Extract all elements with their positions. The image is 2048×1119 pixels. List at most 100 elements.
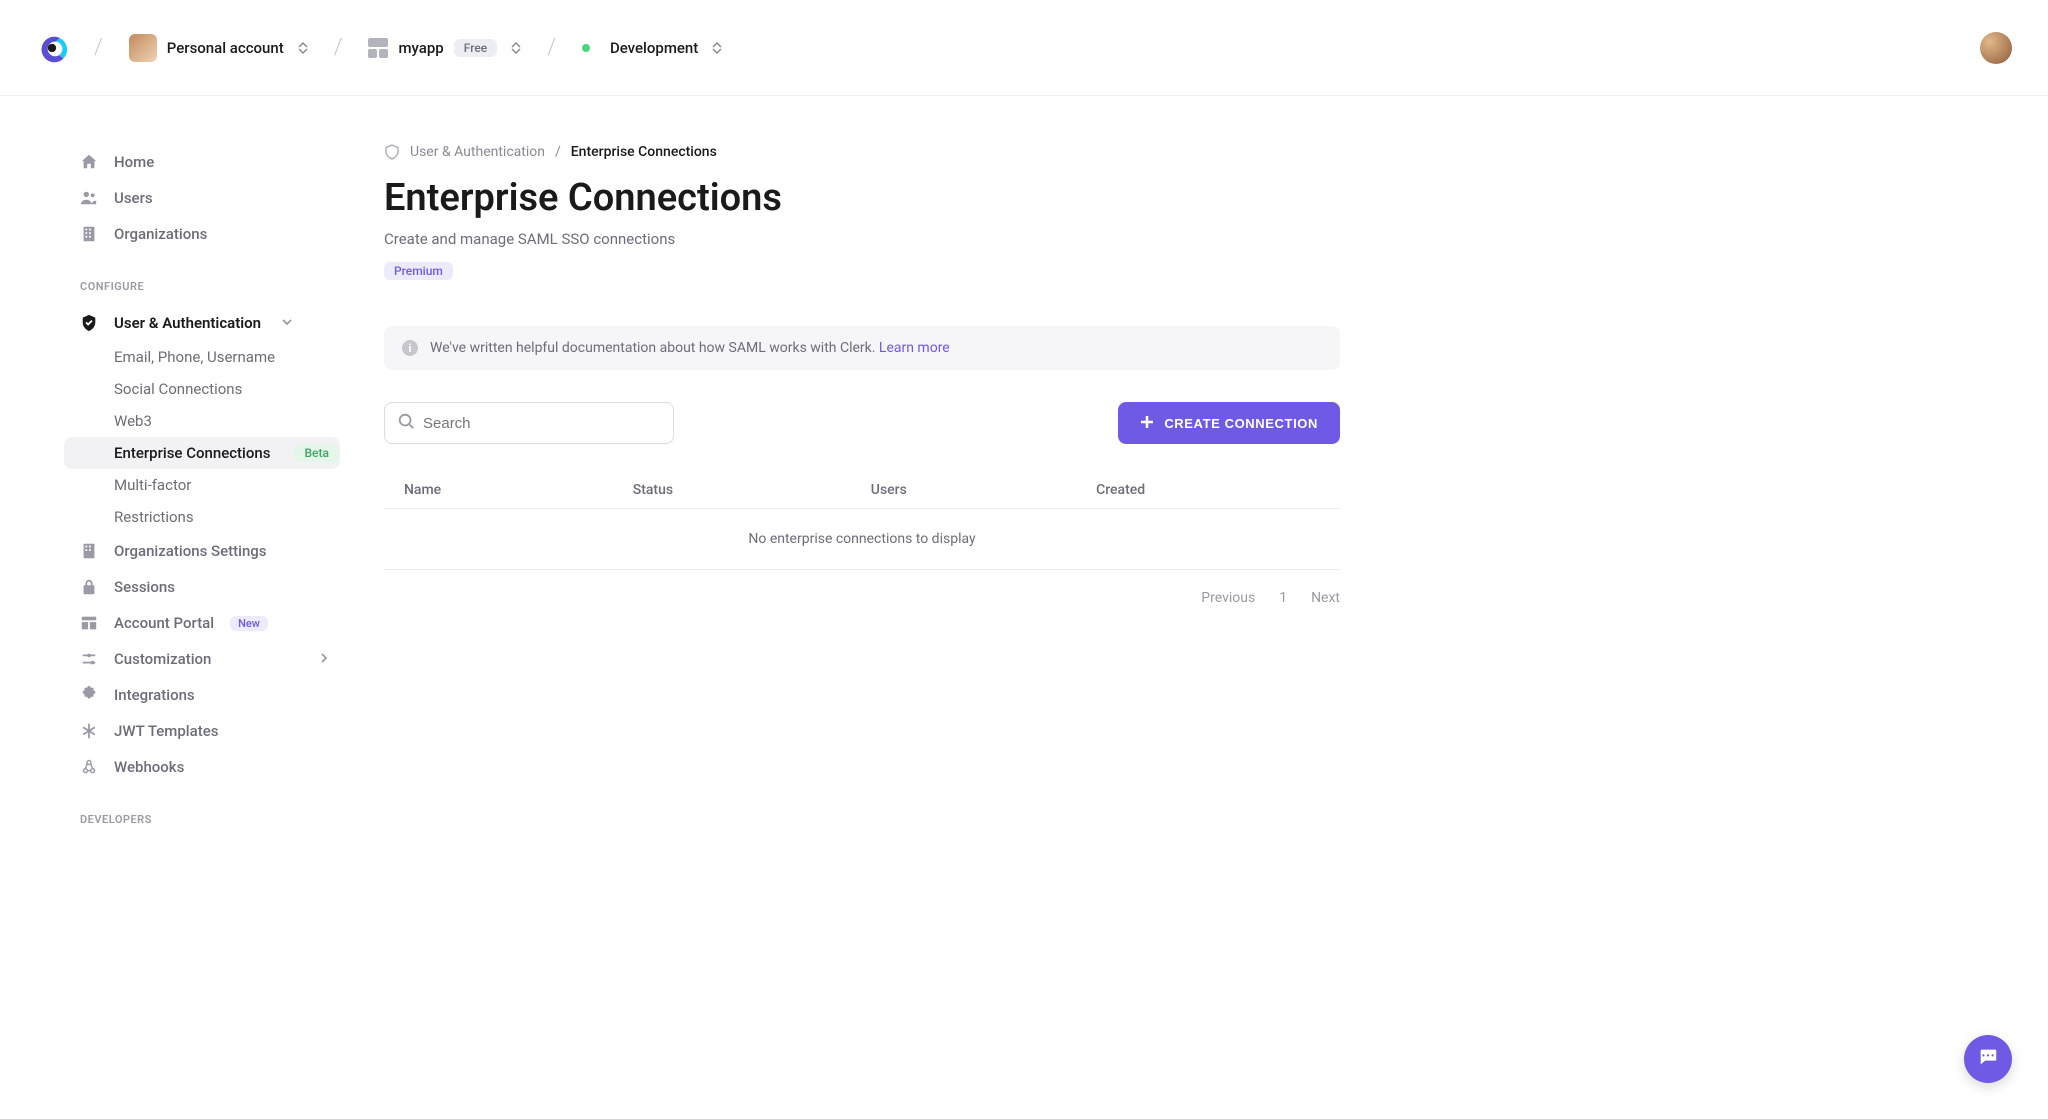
- sidebar-item-label: Organizations: [114, 225, 207, 243]
- sidebar-item-label: Users: [114, 189, 153, 207]
- sidebar-item-sessions[interactable]: Sessions: [80, 569, 360, 605]
- breadcrumb-environment-label: Development: [610, 39, 698, 57]
- th-status: Status: [613, 472, 851, 509]
- user-avatar[interactable]: [1980, 32, 2012, 64]
- sidebar-item-organizations-settings[interactable]: Organizations Settings: [80, 533, 360, 569]
- chevron-right-icon: [318, 650, 330, 668]
- connections-table: Name Status Users Created No enterprise …: [384, 472, 1340, 570]
- sidebar-item-account-portal[interactable]: Account Portal New: [80, 605, 360, 641]
- info-banner-link[interactable]: Learn more: [879, 340, 950, 356]
- beta-badge: Beta: [294, 444, 338, 462]
- new-badge: New: [230, 616, 268, 631]
- table-empty-text: No enterprise connections to display: [384, 509, 1340, 570]
- search-input[interactable]: [423, 415, 661, 432]
- chevron-updown-icon: [712, 42, 722, 54]
- th-created: Created: [1076, 472, 1340, 509]
- table-empty-row: No enterprise connections to display: [384, 509, 1340, 570]
- breadcrumb: User & Authentication / Enterprise Conne…: [384, 144, 1340, 160]
- sub-item-enterprise-connections[interactable]: Enterprise Connections Beta: [64, 437, 340, 469]
- sub-item-label: Enterprise Connections: [114, 444, 270, 462]
- chevron-updown-icon: [298, 42, 308, 54]
- sub-item-email-phone-username[interactable]: Email, Phone, Username: [80, 341, 360, 373]
- plan-badge: Free: [454, 39, 497, 57]
- pager: Previous 1 Next: [384, 590, 1340, 606]
- sidebar-item-user-auth[interactable]: User & Authentication: [80, 305, 360, 341]
- sub-item-restrictions[interactable]: Restrictions: [80, 501, 360, 533]
- sidebar-item-label: Webhooks: [114, 758, 184, 776]
- sidebar-item-label: JWT Templates: [114, 722, 218, 740]
- sub-item-web3[interactable]: Web3: [80, 405, 360, 437]
- breadcrumb-environment[interactable]: Development: [582, 39, 722, 57]
- sidebar-item-label: Home: [114, 153, 154, 171]
- breadcrumb-parent[interactable]: User & Authentication: [410, 144, 545, 160]
- sidebar-item-label: Customization: [114, 650, 211, 668]
- building-icon: [80, 225, 98, 243]
- breadcrumb-sep: /: [555, 144, 561, 160]
- status-dot-icon: [582, 44, 590, 52]
- create-connection-button[interactable]: CREATE CONNECTION: [1118, 402, 1340, 444]
- section-label-configure: CONFIGURE: [80, 280, 360, 293]
- webhook-icon: [80, 758, 98, 776]
- sidebar-item-customization[interactable]: Customization: [80, 641, 360, 677]
- breadcrumb-account-label: Personal account: [167, 39, 284, 57]
- sub-item-label: Restrictions: [114, 508, 194, 526]
- chat-fab[interactable]: [1964, 1035, 2012, 1083]
- info-banner-text: We've written helpful documentation abou…: [430, 340, 879, 356]
- sidebar: Home Users Organizations CONFIGURE User …: [0, 96, 360, 838]
- chevron-updown-icon: [511, 42, 521, 54]
- sidebar-item-label: Integrations: [114, 686, 195, 704]
- sidebar-item-webhooks[interactable]: Webhooks: [80, 749, 360, 785]
- chat-icon: [1977, 1046, 1999, 1072]
- sub-item-label: Multi-factor: [114, 476, 191, 494]
- puzzle-icon: [80, 686, 98, 704]
- app-grid-icon: [368, 38, 388, 58]
- sidebar-item-users[interactable]: Users: [80, 180, 360, 216]
- sidebar-item-jwt-templates[interactable]: JWT Templates: [80, 713, 360, 749]
- page-subtitle: Create and manage SAML SSO connections: [384, 230, 1340, 248]
- th-name: Name: [384, 472, 613, 509]
- sidebar-item-home[interactable]: Home: [80, 144, 360, 180]
- lock-icon: [80, 578, 98, 596]
- breadcrumb-app-label: myapp: [398, 39, 443, 57]
- breadcrumb-account[interactable]: Personal account: [129, 34, 308, 62]
- search-box[interactable]: [384, 402, 674, 444]
- pager-page: 1: [1279, 590, 1287, 606]
- building-icon: [80, 542, 98, 560]
- sidebar-item-label: User & Authentication: [114, 314, 261, 332]
- section-label-developers: DEVELOPERS: [80, 813, 360, 826]
- sub-item-label: Email, Phone, Username: [114, 348, 275, 366]
- sidebar-item-label: Account Portal: [114, 614, 214, 632]
- sub-item-label: Web3: [114, 412, 152, 430]
- sidebar-item-organizations[interactable]: Organizations: [80, 216, 360, 252]
- sliders-icon: [80, 650, 98, 668]
- main-content: User & Authentication / Enterprise Conne…: [360, 96, 1460, 838]
- info-icon: i: [402, 340, 418, 356]
- sidebar-item-integrations[interactable]: Integrations: [80, 677, 360, 713]
- account-avatar: [129, 34, 157, 62]
- home-icon: [80, 153, 98, 171]
- create-connection-label: CREATE CONNECTION: [1164, 416, 1318, 431]
- pager-prev[interactable]: Previous: [1201, 590, 1255, 606]
- plus-icon: [1140, 415, 1154, 432]
- sidebar-item-label: Sessions: [114, 578, 175, 596]
- clerk-logo-icon[interactable]: [36, 32, 68, 64]
- sub-item-multi-factor[interactable]: Multi-factor: [80, 469, 360, 501]
- breadcrumb-app[interactable]: myapp Free: [368, 38, 521, 58]
- layout-icon: [80, 614, 98, 632]
- search-icon: [397, 412, 415, 434]
- premium-badge: Premium: [384, 262, 453, 280]
- info-banner: i We've written helpful documentation ab…: [384, 326, 1340, 370]
- shield-icon: [384, 144, 400, 160]
- sub-item-social-connections[interactable]: Social Connections: [80, 373, 360, 405]
- th-users: Users: [851, 472, 1076, 509]
- pager-next[interactable]: Next: [1311, 590, 1340, 606]
- users-icon: [80, 189, 98, 207]
- breadcrumb-current: Enterprise Connections: [571, 144, 717, 160]
- sidebar-item-label: Organizations Settings: [114, 542, 267, 560]
- topbar: / Personal account / myapp Free / Develo…: [0, 0, 2048, 96]
- shield-check-icon: [80, 314, 98, 332]
- sub-item-label: Social Connections: [114, 380, 242, 398]
- page-title: Enterprise Connections: [384, 176, 1340, 220]
- asterisk-icon: [80, 722, 98, 740]
- chevron-down-icon: [281, 314, 293, 332]
